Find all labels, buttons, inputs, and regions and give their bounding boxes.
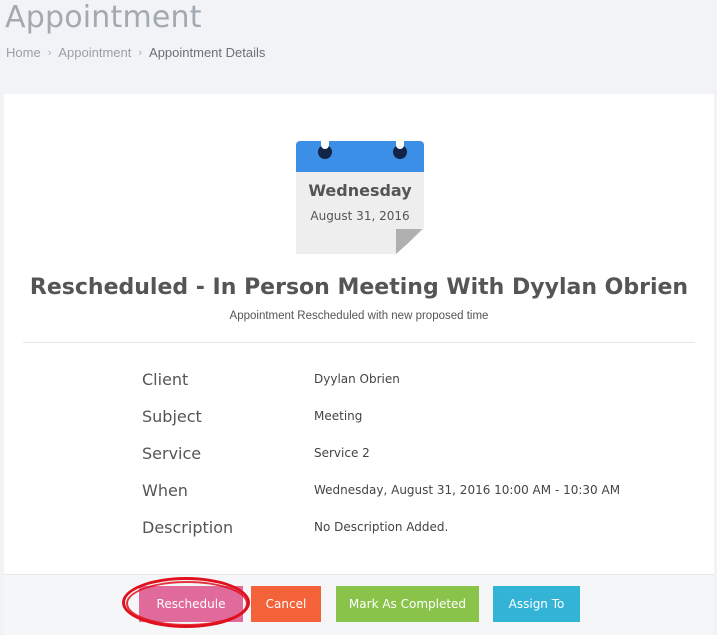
chevron-right-icon: ›: [138, 46, 143, 59]
detail-label: Client: [142, 370, 189, 389]
detail-label: Subject: [142, 407, 202, 426]
detail-row-subject: Subject Meeting: [142, 407, 702, 431]
breadcrumb-appointment[interactable]: Appointment: [58, 45, 131, 60]
appointment-title: Rescheduled - In Person Meeting With Dyy…: [29, 275, 689, 300]
detail-row-description: Description No Description Added.: [142, 518, 702, 542]
detail-value: Dyylan Obrien: [314, 372, 400, 386]
breadcrumb: Home › Appointment › Appointment Details: [6, 45, 265, 60]
calendar-icon: Wednesday August 31, 2016: [296, 135, 424, 254]
mark-as-completed-button[interactable]: Mark As Completed: [336, 586, 479, 622]
detail-value: Wednesday, August 31, 2016 10:00 AM - 10…: [314, 483, 621, 497]
page-title: Appointment: [5, 0, 202, 35]
detail-row-client: Client Dyylan Obrien: [142, 370, 702, 394]
assign-to-button[interactable]: Assign To: [493, 586, 580, 622]
detail-value: Meeting: [314, 409, 363, 423]
calendar-date: August 31, 2016: [310, 209, 410, 223]
detail-value: Service 2: [314, 446, 370, 460]
detail-label: Service: [142, 444, 202, 463]
breadcrumb-appointment-details: Appointment Details: [149, 45, 266, 60]
detail-row-service: Service Service 2: [142, 444, 702, 468]
appointment-subtitle: Appointment Rescheduled with new propose…: [229, 310, 489, 322]
reschedule-button[interactable]: Reschedule: [139, 586, 243, 622]
calendar-page-fold: [396, 229, 424, 254]
action-bar: Reschedule Cancel Mark As Completed Assi…: [4, 574, 714, 635]
detail-value: No Description Added.: [314, 520, 449, 534]
chevron-right-icon: ›: [47, 46, 52, 59]
detail-label: When: [142, 481, 188, 500]
divider: [23, 342, 695, 343]
calendar-ring-right: [393, 135, 407, 159]
breadcrumb-home[interactable]: Home: [6, 45, 41, 60]
cancel-button[interactable]: Cancel: [251, 586, 321, 622]
detail-row-when: When Wednesday, August 31, 2016 10:00 AM…: [142, 481, 702, 505]
appointment-card: Wednesday August 31, 2016 Rescheduled - …: [4, 94, 714, 635]
detail-label: Description: [142, 518, 234, 537]
calendar-day: Wednesday: [308, 181, 412, 200]
calendar-ring-left: [318, 135, 332, 159]
